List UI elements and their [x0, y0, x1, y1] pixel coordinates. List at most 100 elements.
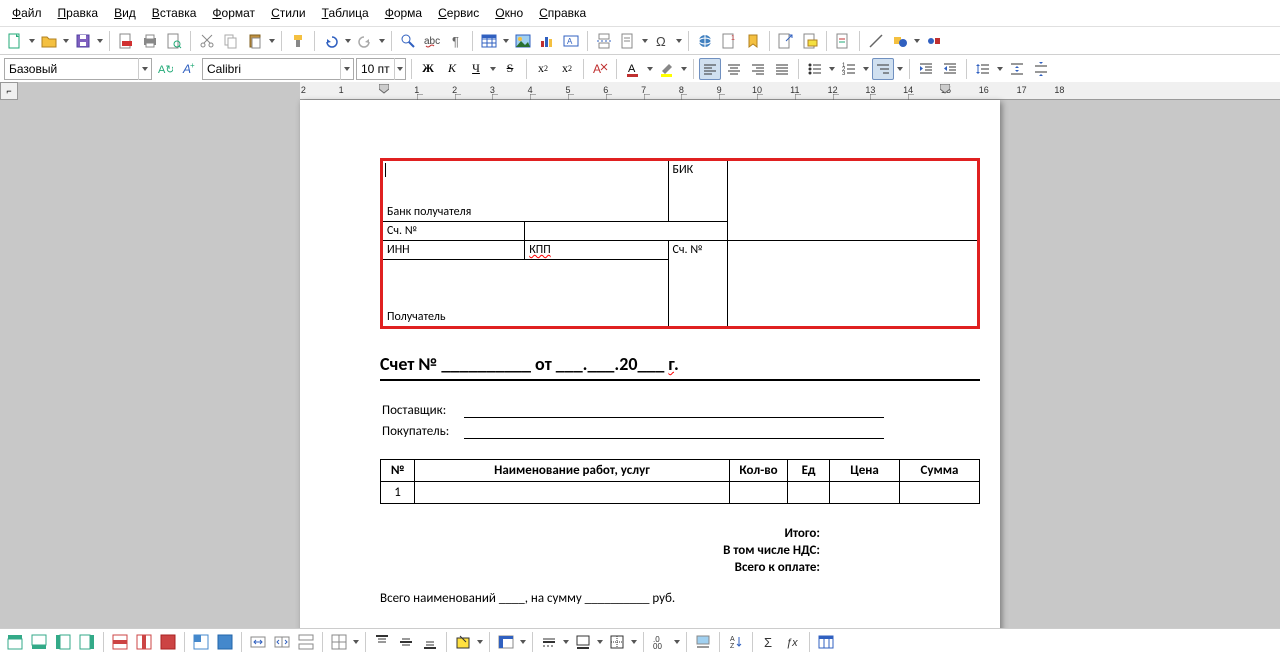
acc2-label-cell[interactable]: Сч. № [668, 241, 728, 328]
strikethrough-button[interactable]: S [499, 58, 521, 80]
kpp-cell[interactable]: КПП [525, 241, 668, 260]
acc2-value-cell[interactable] [728, 241, 979, 328]
menu-tools[interactable]: Сервис [430, 2, 487, 24]
document-page[interactable]: Банк получателя БИК Сч. № ИНН КПП Сч. № … [300, 100, 1000, 628]
insert-bookmark-icon[interactable] [742, 30, 764, 52]
autoformat-dropdown[interactable] [519, 631, 527, 653]
numbered-list-button[interactable]: 123 [838, 58, 860, 80]
open-dropdown[interactable] [62, 30, 70, 52]
font-color-dropdown[interactable] [646, 58, 654, 80]
number-format-icon[interactable]: .000 [649, 631, 671, 653]
underline-dropdown[interactable] [489, 58, 497, 80]
font-color-icon[interactable]: A [622, 58, 644, 80]
insert-table-icon[interactable] [478, 30, 500, 52]
buyer-value[interactable] [464, 422, 978, 441]
border-style-icon[interactable] [538, 631, 560, 653]
table-row[interactable]: 1 [381, 482, 980, 504]
increase-indent-button[interactable] [915, 58, 937, 80]
find-replace-icon[interactable] [397, 30, 419, 52]
border-color-icon[interactable] [572, 631, 594, 653]
insert-symbol-icon[interactable]: Ω [651, 30, 673, 52]
insert-col-before-icon[interactable] [52, 631, 74, 653]
insert-hyperlink-icon[interactable] [694, 30, 716, 52]
items-table[interactable]: № Наименование работ, услуг Кол-во Ед Це… [380, 459, 980, 504]
insert-row-below-icon[interactable] [28, 631, 50, 653]
increase-para-spacing-button[interactable] [1006, 58, 1028, 80]
cell-bg-dropdown[interactable] [476, 631, 484, 653]
border-style-dropdown[interactable] [562, 631, 570, 653]
line-spacing-button[interactable] [972, 58, 994, 80]
valign-center-icon[interactable] [395, 631, 417, 653]
outline-list-dropdown[interactable] [896, 58, 904, 80]
save-icon[interactable] [72, 30, 94, 52]
menu-styles[interactable]: Стили [263, 2, 314, 24]
line-spacing-dropdown[interactable] [996, 58, 1004, 80]
supplier-value[interactable] [464, 401, 978, 420]
redo-icon[interactable] [354, 30, 376, 52]
optimize-dropdown[interactable] [352, 631, 360, 653]
sort-icon[interactable]: AZ [725, 631, 747, 653]
split-table-icon[interactable] [295, 631, 317, 653]
decrease-indent-button[interactable] [939, 58, 961, 80]
new-style-icon[interactable]: A+ [178, 58, 200, 80]
insert-table-dropdown[interactable] [502, 30, 510, 52]
open-icon[interactable] [38, 30, 60, 52]
split-cells-icon[interactable] [271, 631, 293, 653]
print-icon[interactable] [139, 30, 161, 52]
insert-chart-icon[interactable] [536, 30, 558, 52]
menu-view[interactable]: Вид [106, 2, 144, 24]
delete-col-icon[interactable] [133, 631, 155, 653]
font-combo[interactable] [202, 58, 354, 80]
bank-recipient-cell[interactable]: Банк получателя [382, 160, 669, 222]
highlight-color-dropdown[interactable] [680, 58, 688, 80]
valign-top-icon[interactable] [371, 631, 393, 653]
clone-formatting-icon[interactable] [287, 30, 309, 52]
show-draw-icon[interactable] [923, 30, 945, 52]
recipient-cell[interactable]: Получатель [382, 260, 669, 328]
bullet-list-button[interactable] [804, 58, 826, 80]
number-format-dropdown[interactable] [673, 631, 681, 653]
bold-button[interactable]: Ж [417, 58, 439, 80]
redo-dropdown[interactable] [378, 30, 386, 52]
spellcheck-icon[interactable]: abc [421, 30, 443, 52]
track-changes-icon[interactable] [832, 30, 854, 52]
insert-row-above-icon[interactable] [4, 631, 26, 653]
insert-field-icon[interactable] [617, 30, 639, 52]
inn-cell[interactable]: ИНН [382, 241, 525, 260]
export-pdf-icon[interactable] [115, 30, 137, 52]
optimize-size-icon[interactable] [328, 631, 350, 653]
insert-symbol-dropdown[interactable] [675, 30, 683, 52]
horizontal-ruler[interactable]: 21123456789101112131415161718 [300, 82, 1280, 100]
paste-dropdown[interactable] [268, 30, 276, 52]
insert-image-icon[interactable] [512, 30, 534, 52]
insert-comment-icon[interactable] [799, 30, 821, 52]
menu-format[interactable]: Формат [204, 2, 263, 24]
autoformat-icon[interactable] [495, 631, 517, 653]
cut-icon[interactable] [196, 30, 218, 52]
formula-icon[interactable]: ƒx [782, 631, 804, 653]
insert-col-after-icon[interactable] [76, 631, 98, 653]
style-combo-input[interactable] [5, 62, 138, 76]
clear-formatting-icon[interactable]: A [589, 58, 611, 80]
bik-label-cell[interactable]: БИК [668, 160, 728, 222]
borders-icon[interactable] [606, 631, 628, 653]
menu-file[interactable]: Файл [4, 2, 50, 24]
font-combo-input[interactable] [203, 62, 340, 76]
delete-table-icon[interactable] [157, 631, 179, 653]
superscript-button[interactable]: x2 [532, 58, 554, 80]
sum-icon[interactable]: Σ [758, 631, 780, 653]
border-color-dropdown[interactable] [596, 631, 604, 653]
formatting-marks-icon[interactable]: ¶ [445, 30, 467, 52]
update-style-icon[interactable]: A↻ [154, 58, 176, 80]
save-dropdown[interactable] [96, 30, 104, 52]
borders-dropdown[interactable] [630, 631, 638, 653]
insert-footnote-icon[interactable]: 1 [718, 30, 740, 52]
merge-cells-icon[interactable] [247, 631, 269, 653]
outline-list-button[interactable] [872, 58, 894, 80]
insert-field-dropdown[interactable] [641, 30, 649, 52]
menu-help[interactable]: Справка [531, 2, 594, 24]
menu-window[interactable]: Окно [487, 2, 531, 24]
insert-cross-reference-icon[interactable] [775, 30, 797, 52]
bullet-list-dropdown[interactable] [828, 58, 836, 80]
align-justify-button[interactable] [771, 58, 793, 80]
